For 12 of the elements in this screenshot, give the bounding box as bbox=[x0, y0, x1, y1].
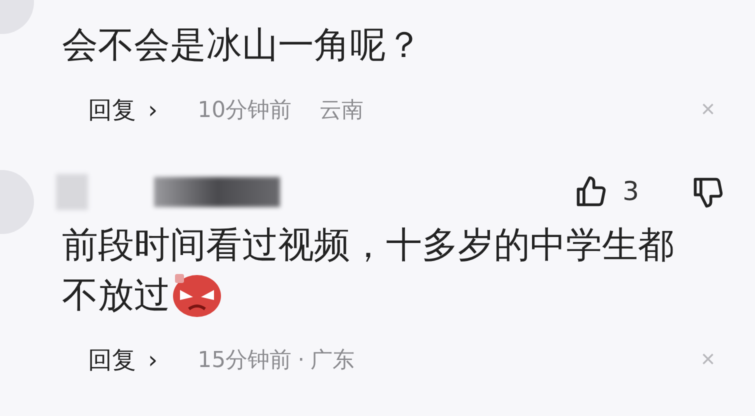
separator-dot: · bbox=[298, 348, 305, 372]
reply-button[interactable]: 回复 › bbox=[88, 94, 158, 126]
reply-button[interactable]: 回复 › bbox=[88, 344, 158, 376]
redacted-avatar-label bbox=[56, 174, 88, 210]
comment-text: 会不会是冰山一角呢？ bbox=[62, 24, 422, 68]
comment-text: 前段时间看过视频，十多岁的中学生都 bbox=[62, 224, 674, 268]
comment-location: 云南 bbox=[320, 97, 364, 125]
comment-time: 15分钟前 bbox=[198, 347, 292, 375]
like-count: 3 bbox=[622, 177, 639, 207]
comment-time: 10分钟前 bbox=[198, 97, 292, 125]
comment-text: 不放过 bbox=[62, 274, 170, 318]
comment-location: 广东 bbox=[310, 347, 355, 375]
